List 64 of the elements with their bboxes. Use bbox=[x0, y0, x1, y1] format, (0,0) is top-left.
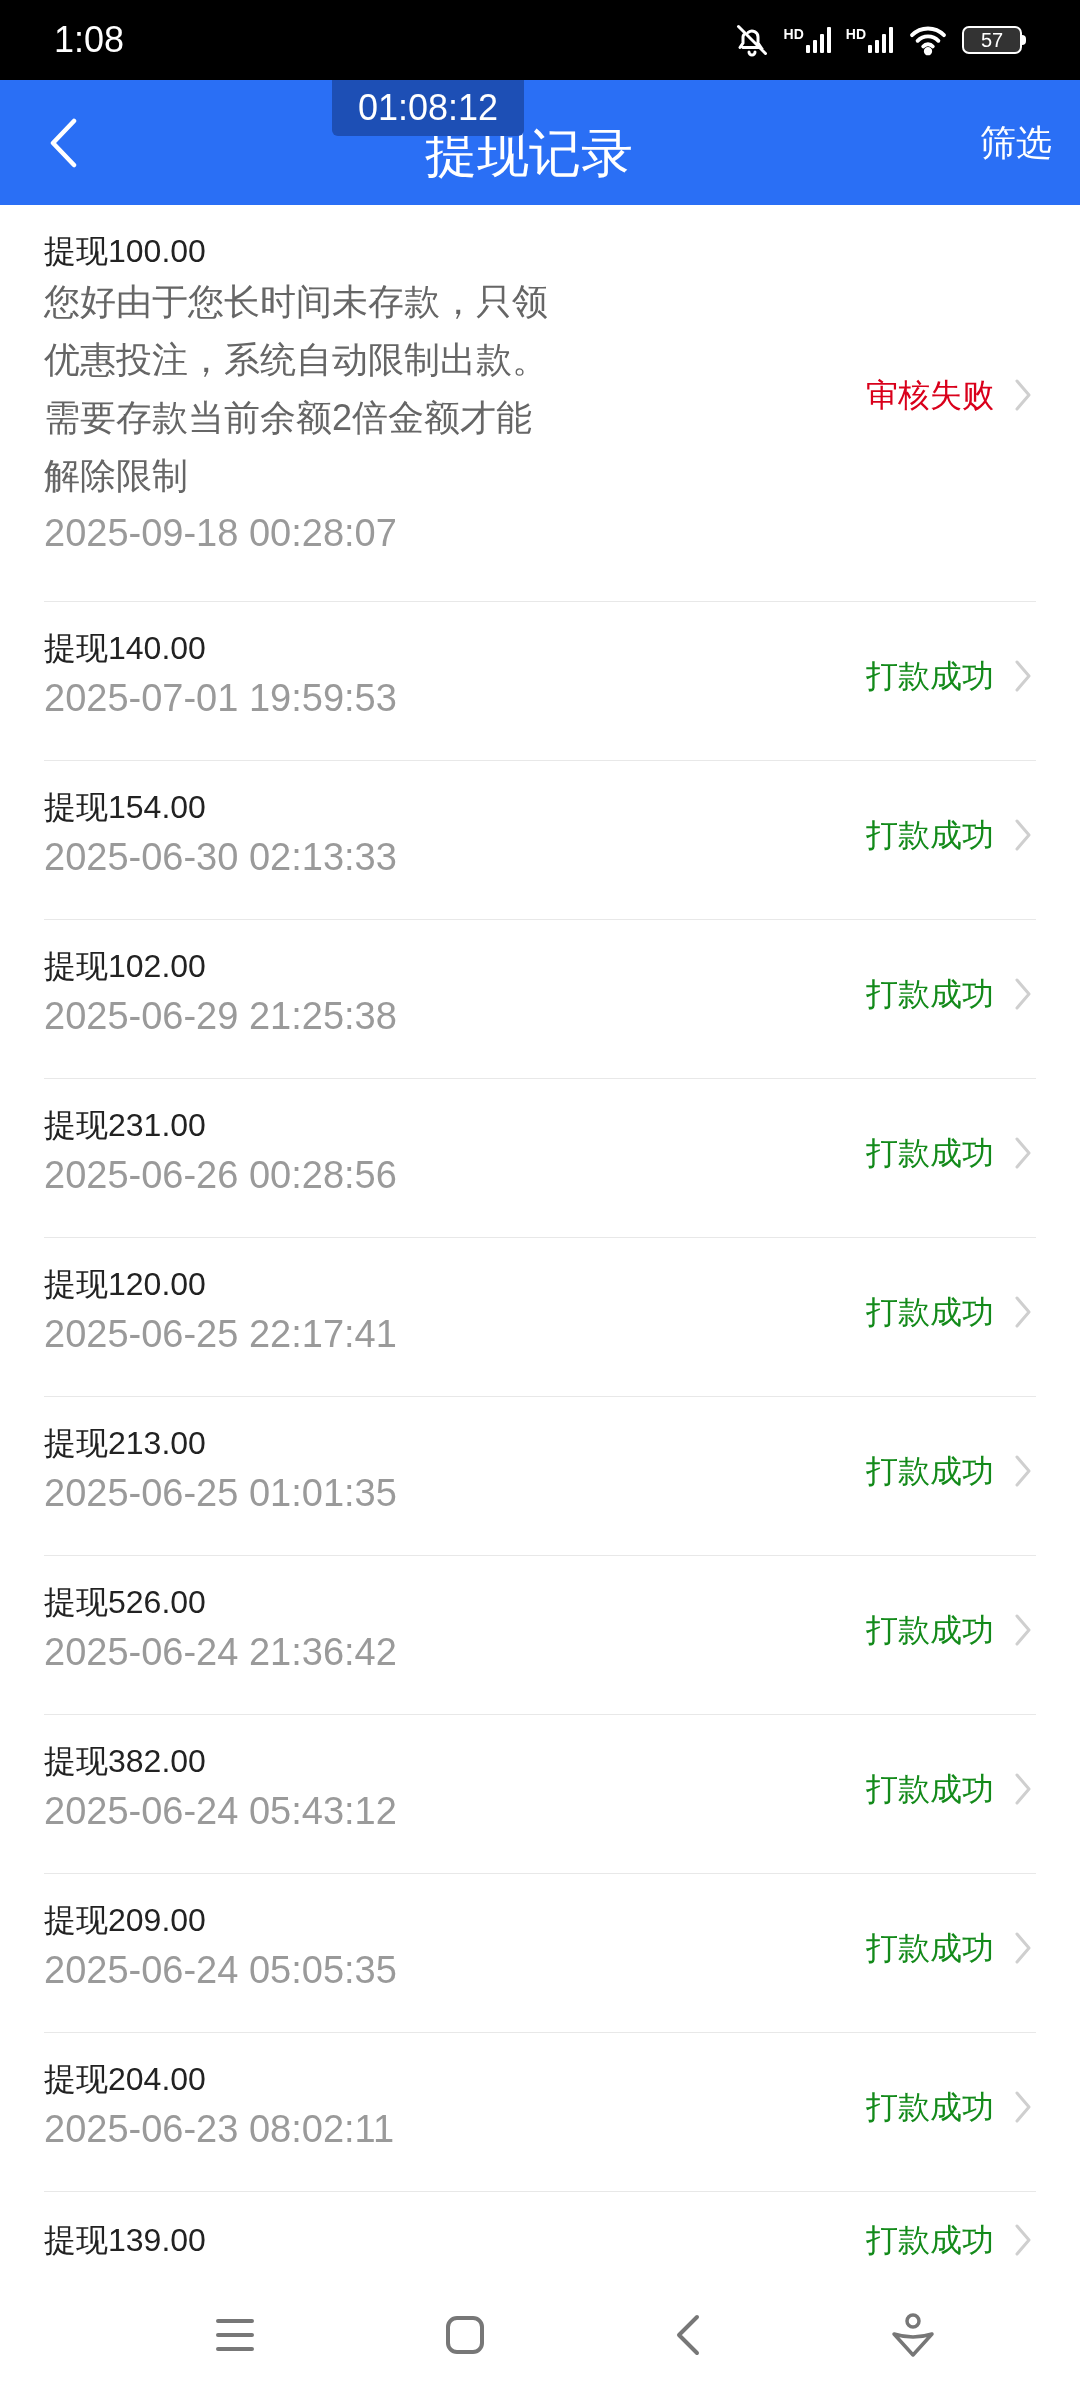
record-note: 解除限制 bbox=[44, 454, 189, 498]
record-note: 您好由于您长时间未存款，只领 bbox=[44, 280, 549, 324]
chevron-right-icon[interactable] bbox=[1014, 1454, 1032, 1488]
filter-button[interactable]: 筛选 bbox=[980, 115, 1052, 170]
chevron-right-icon[interactable] bbox=[1014, 659, 1032, 693]
wifi-icon bbox=[908, 24, 948, 56]
record-status: 打款成功 bbox=[866, 816, 994, 855]
chevron-right-icon[interactable] bbox=[1014, 2223, 1032, 2257]
menu-icon[interactable] bbox=[215, 2317, 255, 2353]
record-status: 打款成功 bbox=[866, 657, 994, 696]
figure-icon[interactable] bbox=[891, 2312, 935, 2358]
record-date: 2025-06-24 05:05:35 bbox=[44, 1948, 398, 1993]
back-icon[interactable] bbox=[675, 2314, 701, 2356]
record-title: 提现204.00 bbox=[44, 2060, 207, 2099]
record-title: 提现231.00 bbox=[44, 1106, 207, 1145]
record-title: 提现120.00 bbox=[44, 1265, 207, 1304]
record-status: 打款成功 bbox=[866, 1929, 994, 1968]
record-status: 打款成功 bbox=[866, 1452, 994, 1491]
chevron-right-icon[interactable] bbox=[1014, 2090, 1032, 2124]
signal-icon bbox=[868, 27, 894, 53]
record-date: 2025-06-25 01:01:35 bbox=[44, 1471, 398, 1516]
chevron-right-icon[interactable] bbox=[1014, 1295, 1032, 1329]
record-date: 2025-09-18 00:28:07 bbox=[44, 511, 398, 556]
record-date: 2025-06-23 08:02:11 bbox=[44, 2107, 396, 2152]
chevron-right-icon[interactable] bbox=[1014, 818, 1032, 852]
hd-label: HD bbox=[783, 27, 804, 41]
record-status: 打款成功 bbox=[866, 2088, 994, 2127]
record-date: 2025-06-30 02:13:33 bbox=[44, 835, 398, 880]
chevron-right-icon[interactable] bbox=[1014, 1136, 1032, 1170]
signal-icon bbox=[805, 27, 832, 53]
record-status: 打款成功 bbox=[866, 2221, 994, 2260]
record-date: 2025-07-01 19:59:53 bbox=[44, 676, 398, 721]
chevron-right-icon[interactable] bbox=[1014, 977, 1032, 1011]
battery-level: 57 bbox=[980, 30, 1004, 50]
record-status: 打款成功 bbox=[866, 975, 994, 1014]
record-title: 提现526.00 bbox=[44, 1583, 207, 1622]
record-title: 提现209.00 bbox=[44, 1901, 207, 1940]
record-date: 2025-06-26 00:28:56 bbox=[44, 1153, 398, 1198]
back-icon[interactable] bbox=[48, 117, 78, 168]
record-title: 提现140.00 bbox=[44, 629, 207, 668]
record-date: 2025-06-29 21:25:38 bbox=[44, 994, 398, 1039]
record-status: 打款成功 bbox=[866, 1770, 994, 1809]
chevron-right-icon[interactable] bbox=[1014, 1613, 1032, 1647]
record-date: 2025-06-24 21:36:42 bbox=[44, 1630, 398, 1675]
chevron-right-icon[interactable] bbox=[1014, 1772, 1032, 1806]
record-status: 打款成功 bbox=[866, 1611, 994, 1650]
hd-label: HD bbox=[845, 27, 866, 41]
record-title: 提现102.00 bbox=[44, 947, 207, 986]
chevron-right-icon[interactable] bbox=[1014, 378, 1032, 412]
record-status: 打款成功 bbox=[866, 1134, 994, 1173]
record-status: 审核失败 bbox=[866, 376, 994, 415]
record-title: 提现139.00 bbox=[44, 2221, 207, 2260]
clock-time: 1:08 bbox=[54, 18, 125, 62]
record-date: 2025-06-25 22:17:41 bbox=[44, 1312, 398, 1357]
record-title: 提现100.00 bbox=[44, 232, 207, 271]
record-title: 提现213.00 bbox=[44, 1424, 207, 1463]
record-status: 打款成功 bbox=[866, 1293, 994, 1332]
home-icon[interactable] bbox=[445, 2315, 485, 2355]
record-date: 2025-06-24 05:43:12 bbox=[44, 1789, 398, 1834]
record-title: 提现154.00 bbox=[44, 788, 207, 827]
record-title: 提现382.00 bbox=[44, 1742, 207, 1781]
chevron-right-icon[interactable] bbox=[1014, 1931, 1032, 1965]
record-note: 优惠投注，系统自动限制出款。 bbox=[44, 338, 549, 382]
record-note: 需要存款当前余额2倍金额才能 bbox=[44, 396, 534, 440]
